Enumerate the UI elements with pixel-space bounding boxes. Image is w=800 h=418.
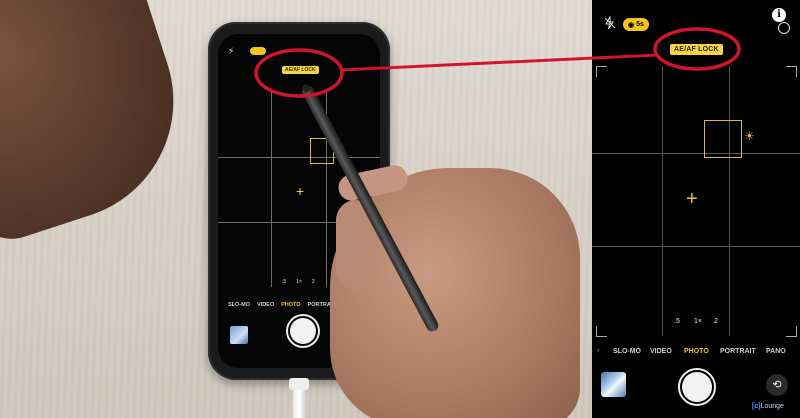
cable-connector (289, 378, 309, 390)
frame-corner-tr (786, 66, 797, 77)
phone-center-crosshair: + (296, 183, 305, 199)
flash-off-icon[interactable] (603, 16, 617, 30)
flash-off-icon: ⚡︎ (228, 46, 235, 56)
mode-selector: • SLO-MO VIDEO PHOTO PORTRAIT PANO (592, 348, 800, 360)
mode-slo-mo[interactable]: SLO-MO (613, 348, 641, 355)
brand-watermark: [c]Lounge (752, 403, 784, 410)
focus-lock-box[interactable] (704, 120, 742, 158)
phone-zoom-2: 2 (311, 279, 315, 285)
frame-corner-bl (596, 326, 607, 337)
mode-video[interactable]: VIDEO (650, 348, 672, 355)
zoom-1x-button[interactable]: 1× (694, 318, 702, 325)
brand-prefix: [c] (752, 403, 761, 410)
zoom-2-button[interactable]: 2 (714, 318, 718, 325)
shutter-button[interactable] (682, 372, 712, 402)
brand-name: Lounge (760, 403, 784, 410)
video-frame-photo: ⚡︎ AE/AF LOCK + .5 1× 2 SLO-MO VIDEO PHO… (0, 0, 592, 418)
camera-flip-icon[interactable]: ⟲ (766, 374, 788, 396)
live-photo-icon (250, 47, 266, 55)
photo-thumbnail[interactable] (601, 372, 626, 397)
mode-pano[interactable]: PANO (766, 348, 786, 355)
phone-zoom-1x: 1× (296, 279, 302, 285)
grid-line-v2 (729, 66, 730, 336)
frame-corner-tl (596, 66, 607, 77)
phone-shutter-button (290, 318, 316, 344)
live-photo-toggle[interactable]: ◉ 5s (623, 18, 649, 31)
ae-af-lock-label: AE/AF LOCK (670, 44, 723, 55)
mode-photo[interactable]: PHOTO (684, 348, 709, 355)
phone-top-controls: ⚡︎ (228, 46, 370, 60)
center-crosshair: + (686, 188, 698, 210)
frame-corner-br (786, 326, 797, 337)
grid-line-v1 (662, 66, 663, 336)
live-off-icon[interactable] (778, 22, 790, 34)
phone-zoom-controls: .5 1× 2 (282, 279, 315, 285)
phone-mode-slo-mo: SLO-MO (228, 302, 250, 308)
live-photo-label: 5s (636, 21, 644, 28)
zoom-0-5-button[interactable]: .5 (674, 318, 680, 325)
phone-mode-video: VIDEO (257, 302, 275, 308)
mode-portrait[interactable]: PORTRAIT (720, 348, 756, 355)
phone-mode-photo: PHOTO (281, 302, 301, 308)
info-icon[interactable]: i (772, 8, 786, 22)
live-photo-icon: ◉ (628, 21, 635, 29)
phone-zoom-0-5: .5 (282, 279, 287, 285)
grid-line-h2 (592, 246, 800, 247)
arm (0, 0, 205, 250)
mode-more-dot: • (597, 348, 600, 355)
grid-line-h1 (592, 153, 800, 154)
camera-app-screenshot: ◉ 5s i AE/AF LOCK ☀ + .5 1× 2 • SLO-MO V… (592, 0, 800, 418)
exposure-sun-icon[interactable]: ☀ (744, 130, 755, 142)
phone-ae-af-lock-label: AE/AF LOCK (282, 66, 319, 74)
phone-photo-thumbnail (230, 326, 248, 344)
